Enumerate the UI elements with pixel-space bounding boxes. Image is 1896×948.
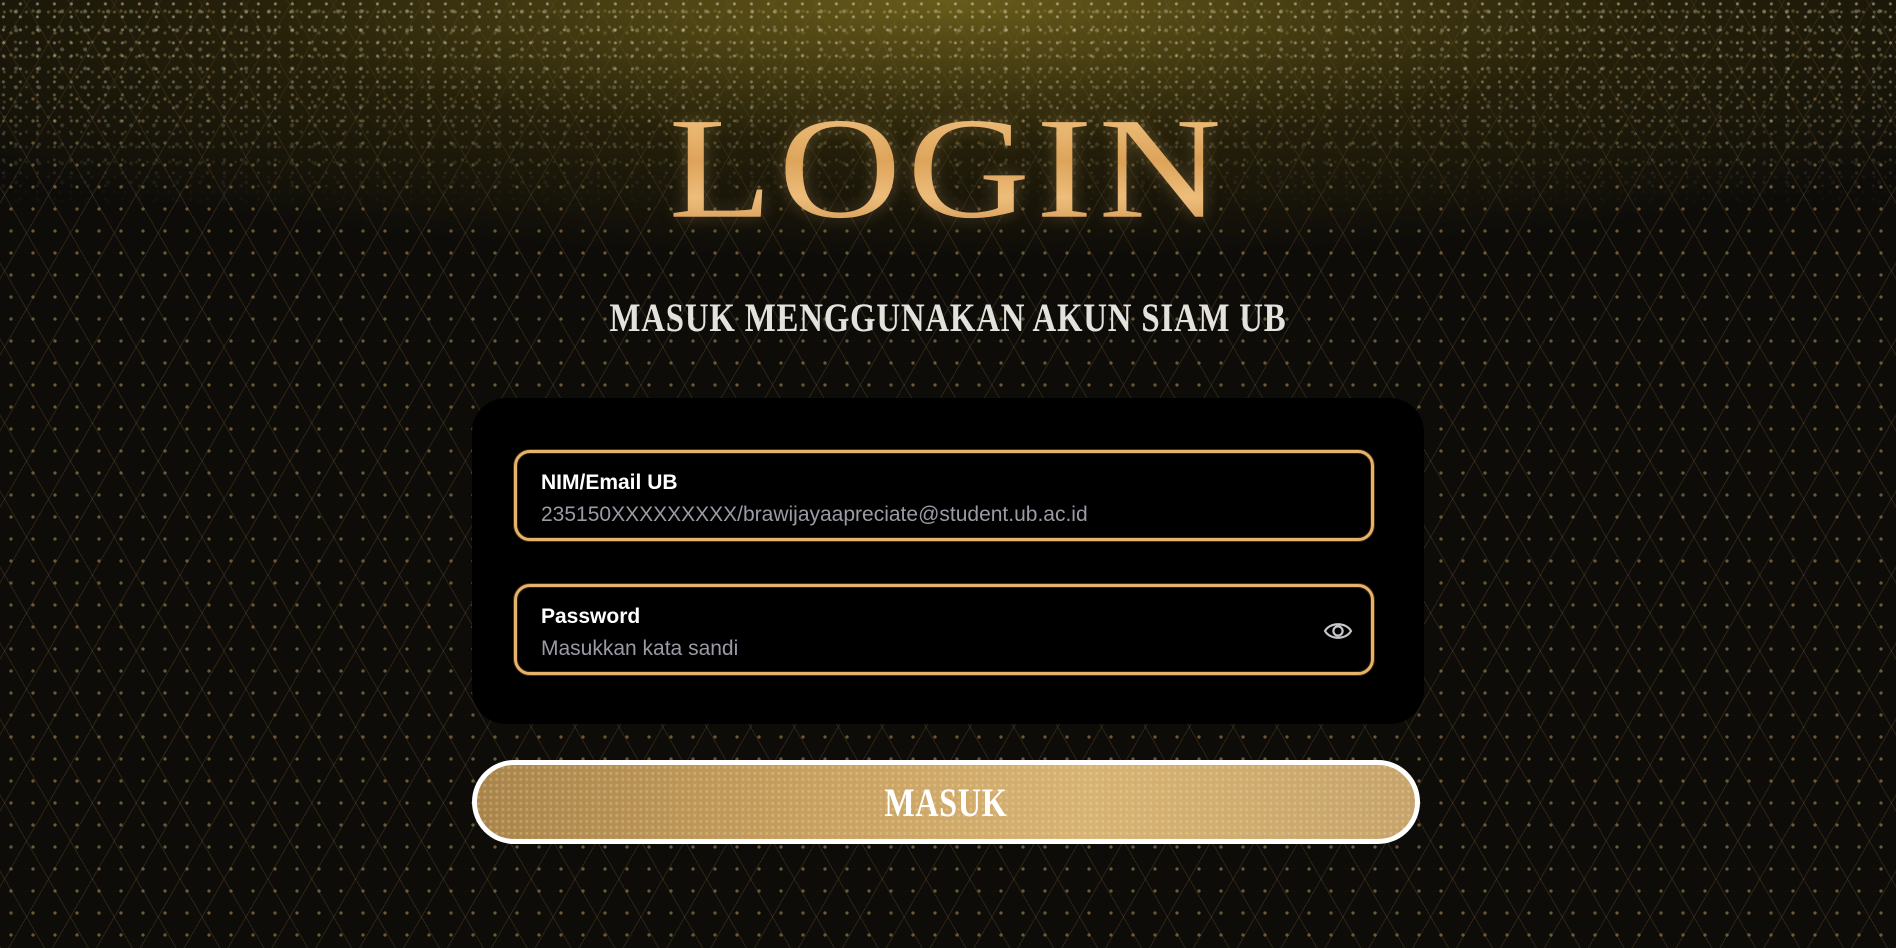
- page-title: LOGIN: [0, 96, 1896, 241]
- password-input[interactable]: [541, 637, 1301, 661]
- password-field[interactable]: Password: [514, 584, 1374, 675]
- eye-icon[interactable]: [1323, 619, 1353, 643]
- email-field[interactable]: NIM/Email UB: [514, 450, 1374, 541]
- email-input[interactable]: [541, 503, 1301, 527]
- password-label: Password: [541, 605, 641, 628]
- submit-button[interactable]: MASUK: [472, 760, 1420, 844]
- submit-label: MASUK: [884, 779, 1008, 825]
- email-label: NIM/Email UB: [541, 471, 678, 494]
- page-subtitle: MASUK MENGGUNAKAN AKUN SIAM UB: [609, 295, 1287, 340]
- login-page: LOGIN MASUK MENGGUNAKAN AKUN SIAM UB NIM…: [0, 0, 1896, 948]
- login-card: NIM/Email UB Password: [472, 398, 1424, 724]
